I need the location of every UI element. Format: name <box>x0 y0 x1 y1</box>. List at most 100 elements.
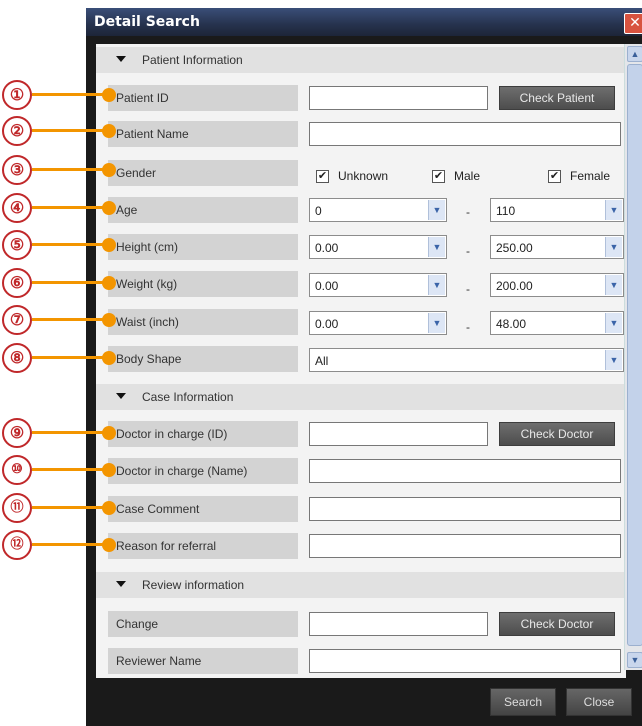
callout-number: ⑦ <box>2 305 32 335</box>
weight-from-select[interactable]: 0.00 ▼ <box>309 273 447 297</box>
callout-line <box>32 431 110 434</box>
callout-8: ⑧ <box>0 343 116 375</box>
callout-line <box>32 356 110 359</box>
section-case-information[interactable]: Case Information <box>96 384 624 410</box>
callout-line <box>32 206 110 209</box>
callout-line <box>32 281 110 284</box>
chevron-down-icon[interactable]: ▼ <box>428 313 445 333</box>
callout-5: ⑤ <box>0 230 116 262</box>
collapse-triangle-icon[interactable] <box>116 393 126 399</box>
callout-line <box>32 543 110 546</box>
doctor-id-input[interactable] <box>309 422 488 446</box>
scrollbar-thumb[interactable] <box>627 64 642 646</box>
search-button[interactable]: Search <box>490 688 556 716</box>
chevron-down-icon[interactable]: ▼ <box>605 313 622 333</box>
scroll-up-icon[interactable]: ▲ <box>627 46 642 62</box>
select-value: 48.00 <box>496 317 527 331</box>
case-comment-input[interactable] <box>309 497 621 521</box>
select-value: 200.00 <box>496 279 533 293</box>
label-text: Change <box>116 617 159 631</box>
callout-dot <box>102 124 116 138</box>
callout-number: ② <box>2 116 32 146</box>
callout-dot <box>102 276 116 290</box>
label-age: Age <box>108 197 298 223</box>
callout-line <box>32 243 110 246</box>
close-icon[interactable]: ✕ <box>624 13 642 34</box>
check-doctor-button[interactable]: Check Doctor <box>499 422 615 446</box>
gender-unknown-label: Unknown <box>338 169 389 183</box>
label-text: Doctor in charge (ID) <box>116 427 228 441</box>
chevron-down-icon[interactable]: ▼ <box>605 200 622 220</box>
callout-dot <box>102 463 116 477</box>
chevron-down-icon[interactable]: ▼ <box>605 237 622 257</box>
check-patient-button[interactable]: Check Patient <box>499 86 615 110</box>
callout-number: ④ <box>2 193 32 223</box>
callout-number: ⑨ <box>2 418 32 448</box>
section-patient-information[interactable]: Patient Information <box>96 47 624 73</box>
age-to-select[interactable]: 110 ▼ <box>490 198 624 222</box>
check-doctor-review-button[interactable]: Check Doctor <box>499 612 615 636</box>
label-body-shape: Body Shape <box>108 346 298 372</box>
section-review-information[interactable]: Review information <box>96 572 624 598</box>
callout-dot <box>102 501 116 515</box>
callout-9: ⑨ <box>0 418 116 450</box>
callout-line <box>32 129 110 132</box>
range-dash: - <box>466 320 470 334</box>
label-text: Height (cm) <box>116 240 179 254</box>
reviewer-name-input[interactable] <box>309 649 621 673</box>
label-text: Reason for referral <box>116 539 217 553</box>
patient-name-input[interactable] <box>309 122 621 146</box>
select-value: 0.00 <box>315 241 339 255</box>
callout-line <box>32 468 110 471</box>
close-button[interactable]: Close <box>566 688 632 716</box>
label-text: Waist (inch) <box>116 315 179 329</box>
age-from-select[interactable]: 0 ▼ <box>309 198 447 222</box>
doctor-name-input[interactable] <box>309 459 621 483</box>
chevron-down-icon[interactable]: ▼ <box>428 275 445 295</box>
label-text: Age <box>116 203 138 217</box>
reason-for-referral-input[interactable] <box>309 534 621 558</box>
height-to-select[interactable]: 250.00 ▼ <box>490 235 624 259</box>
gender-female-label: Female <box>570 169 611 183</box>
chevron-down-icon[interactable]: ▼ <box>605 275 622 295</box>
callout-number: ⑧ <box>2 343 32 373</box>
chevron-down-icon[interactable]: ▼ <box>428 237 445 257</box>
label-reviewer-name: Reviewer Name <box>108 648 298 674</box>
collapse-triangle-icon[interactable] <box>116 56 126 62</box>
label-case-comment: Case Comment <box>108 496 298 522</box>
gender-female-checkbox[interactable]: ✔ <box>548 170 561 183</box>
gender-male-label: Male <box>454 169 481 183</box>
label-text: Gender <box>116 166 157 180</box>
select-value: 0 <box>315 204 322 218</box>
section-title: Patient Information <box>142 53 243 67</box>
range-dash: - <box>466 205 470 219</box>
range-dash: - <box>466 244 470 258</box>
change-input[interactable] <box>309 612 488 636</box>
callout-11: ⑪ <box>0 493 116 525</box>
scroll-down-icon[interactable]: ▼ <box>627 652 642 668</box>
label-text: Doctor in charge (Name) <box>116 464 248 478</box>
callout-number: ⑫ <box>2 530 32 560</box>
weight-to-select[interactable]: 200.00 ▼ <box>490 273 624 297</box>
callout-dot <box>102 201 116 215</box>
label-text: Patient Name <box>116 127 189 141</box>
waist-to-select[interactable]: 48.00 ▼ <box>490 311 624 335</box>
body-shape-select[interactable]: All ▼ <box>309 348 624 372</box>
gender-unknown-checkbox[interactable]: ✔ <box>316 170 329 183</box>
callout-number: ⑥ <box>2 268 32 298</box>
waist-from-select[interactable]: 0.00 ▼ <box>309 311 447 335</box>
callout-number: ③ <box>2 155 32 185</box>
height-from-select[interactable]: 0.00 ▼ <box>309 235 447 259</box>
collapse-triangle-icon[interactable] <box>116 581 126 587</box>
vertical-scrollbar[interactable]: ▲ ▼ <box>624 44 642 670</box>
callout-dot <box>102 351 116 365</box>
chevron-down-icon[interactable]: ▼ <box>605 350 622 370</box>
callout-number: ⑤ <box>2 230 32 260</box>
label-text: Reviewer Name <box>116 654 202 668</box>
title-bar[interactable]: Detail Search ✕ <box>86 8 642 36</box>
gender-male-checkbox[interactable]: ✔ <box>432 170 445 183</box>
callout-line <box>32 318 110 321</box>
patient-id-input[interactable] <box>309 86 488 110</box>
label-height: Height (cm) <box>108 234 298 260</box>
chevron-down-icon[interactable]: ▼ <box>428 200 445 220</box>
